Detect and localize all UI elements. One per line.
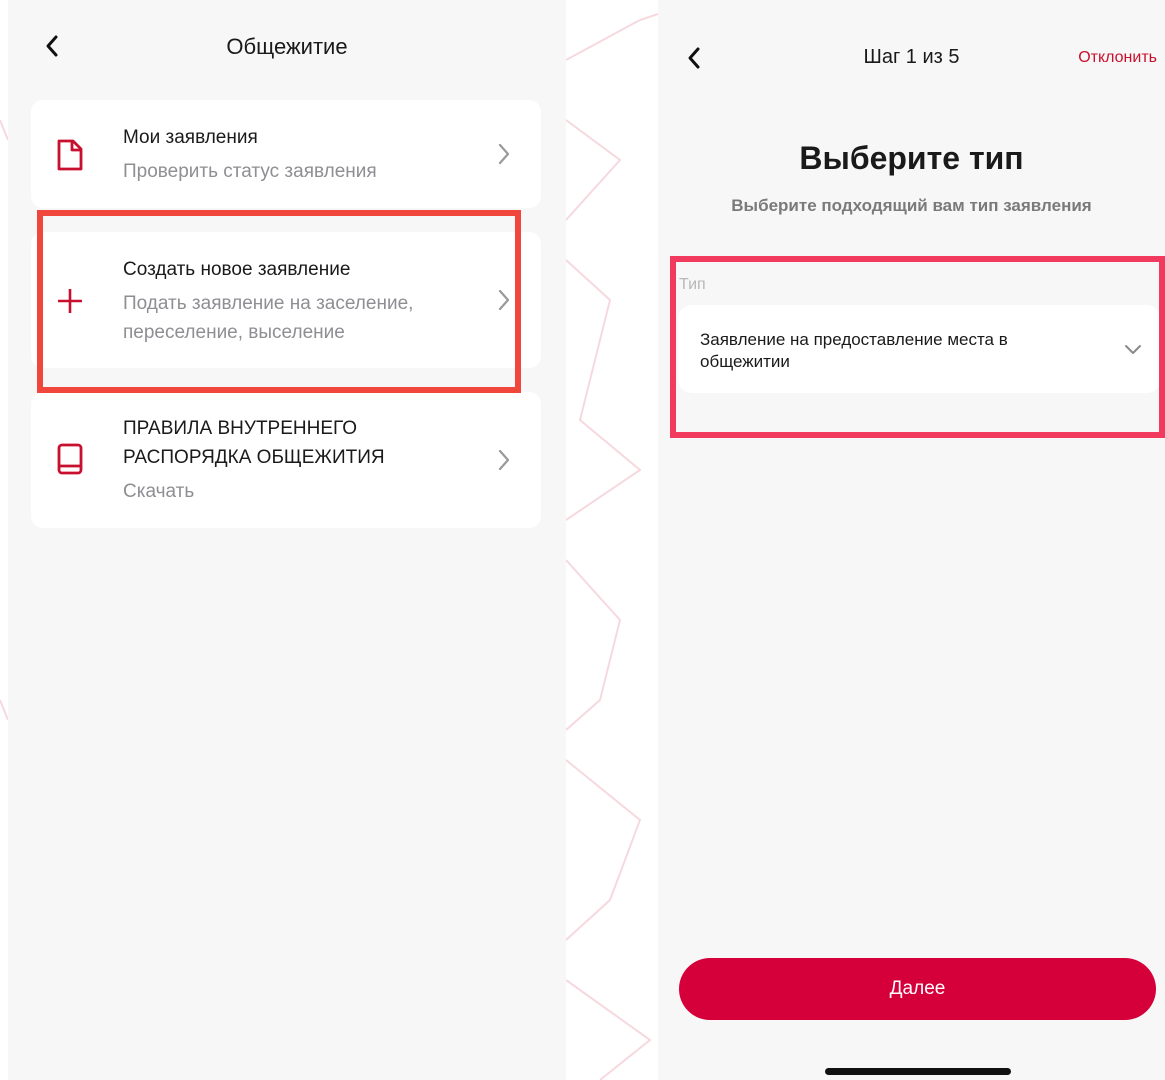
page-title: Выберите тип [799,140,1024,176]
chevron-right-icon [495,447,513,473]
dormitory-screen: Общежитие Мои заявления Проверить статус… [8,0,566,1080]
card-title: Мои заявления [123,127,258,148]
next-button[interactable]: Далее [679,958,1156,1020]
decline-button[interactable]: Отклонить [1078,49,1157,67]
application-type-select[interactable]: Заявление на предоставление места в обще… [678,305,1161,393]
dormitory-rules-card[interactable]: ПРАВИЛА ВНУТРЕННЕГО РАСПОРЯДКА ОБЩЕЖИТИЯ… [31,392,541,528]
card-title: Создать новое заявление [123,259,351,280]
page-title: Общежитие [226,34,348,59]
page-subtitle: Выберите подходящий вам тип заявления [731,196,1092,215]
card-subtitle: Проверить статус заявления [123,161,377,182]
home-indicator [825,1068,1011,1075]
create-application-card[interactable]: Создать новое заявление Подать заявление… [31,232,541,368]
card-subtitle: Подать заявление на заселение, переселен… [123,293,414,343]
chevron-down-icon [1123,339,1143,359]
chevron-right-icon [495,141,513,167]
my-applications-card[interactable]: Мои заявления Проверить статус заявления [31,100,541,208]
book-icon [53,442,87,476]
chevron-right-icon [495,287,513,313]
card-subtitle: Скачать [123,481,195,502]
card-title: ПРАВИЛА ВНУТРЕННЕГО РАСПОРЯДКА ОБЩЕЖИТИЯ [123,418,385,468]
plus-icon [53,284,87,318]
application-type-screen: Шаг 1 из 5 Отклонить Выберите тип Выбери… [658,0,1165,1080]
type-field-label: Тип [679,276,706,293]
document-icon [53,138,87,172]
selected-type-value: Заявление на предоставление места в обще… [700,330,1008,371]
